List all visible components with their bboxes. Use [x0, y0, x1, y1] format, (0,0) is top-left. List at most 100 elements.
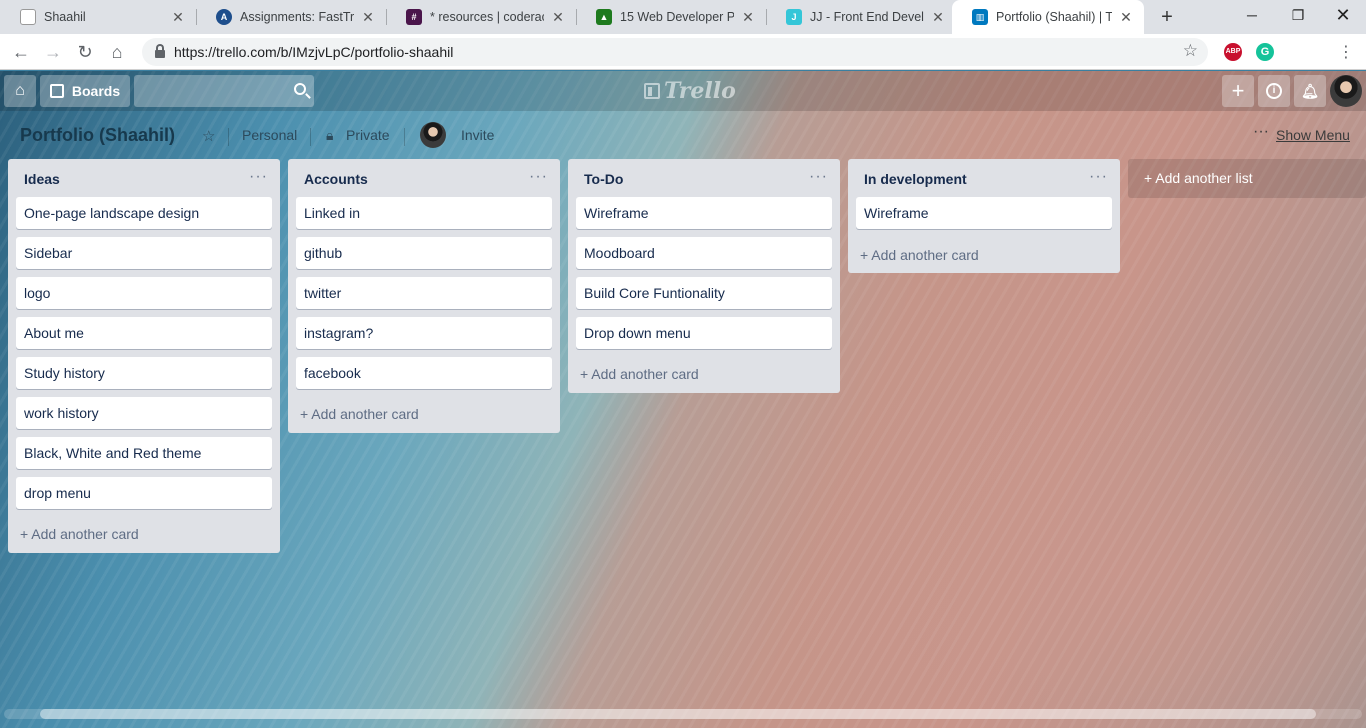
plus-icon: +	[20, 526, 32, 542]
home-button[interactable]: ⌂	[4, 75, 36, 107]
card[interactable]: Study history	[16, 357, 272, 389]
address-bar-row: ← → ↻ ⌂ https://trello.com/b/IMzjvLpC/po…	[0, 34, 1366, 97]
jj-icon: J	[786, 9, 802, 25]
search-input[interactable]	[134, 75, 314, 107]
tab-title: Assignments: FastTrack	[240, 10, 354, 24]
card[interactable]: instagram?	[296, 317, 552, 349]
card[interactable]: Build Core Funtionality	[576, 277, 832, 309]
search-icon[interactable]	[294, 83, 306, 95]
card[interactable]: drop menu	[16, 477, 272, 509]
browser-tab-strip: Shaahil ✕ A Assignments: FastTrack ✕ # *…	[0, 0, 1366, 34]
list-menu-icon[interactable]: ···	[809, 168, 828, 186]
add-list-button[interactable]: + Add another list	[1128, 159, 1366, 198]
info-button[interactable]: i	[1258, 75, 1290, 107]
restore-icon[interactable]: ❐	[1275, 0, 1321, 30]
list-title[interactable]: To-Do	[584, 171, 623, 187]
card[interactable]: Sidebar	[16, 237, 272, 269]
trello-icon: ▥	[972, 9, 988, 25]
horizontal-scrollbar-thumb[interactable]	[40, 709, 1316, 719]
card[interactable]: Wireframe	[856, 197, 1112, 229]
card[interactable]: Drop down menu	[576, 317, 832, 349]
browser-tab[interactable]: A Assignments: FastTrack ✕	[196, 0, 386, 34]
user-avatar[interactable]	[1330, 75, 1362, 107]
abp-icon[interactable]: ABP	[1224, 43, 1242, 61]
close-tab-icon[interactable]: ✕	[1118, 9, 1134, 26]
list-in-development: In development ··· Wireframe + Add anoth…	[848, 159, 1120, 273]
tab-title: * resources | coderacade	[430, 10, 544, 24]
lock-icon: 🔒︎	[326, 127, 334, 143]
invite-button[interactable]: Invite	[461, 127, 494, 143]
boards-icon	[49, 84, 64, 98]
browser-tab[interactable]: # * resources | coderacade ✕	[386, 0, 576, 34]
site-icon: ▲	[596, 9, 612, 25]
card[interactable]: github	[296, 237, 552, 269]
slack-icon: #	[406, 9, 422, 25]
tab-title: Shaahil	[44, 10, 86, 24]
bookmark-star-icon[interactable]: ☆	[1183, 41, 1198, 61]
new-tab-icon[interactable]: +	[1155, 5, 1179, 29]
card[interactable]: Black, White and Red theme	[16, 437, 272, 469]
add-card-button[interactable]: + Add another card	[860, 247, 979, 263]
browser-tab[interactable]: J JJ - Front End Develope ✕	[766, 0, 956, 34]
close-tab-icon[interactable]: ✕	[930, 9, 946, 26]
member-avatar[interactable]	[420, 122, 446, 148]
list-title[interactable]: Accounts	[304, 171, 368, 187]
card[interactable]: Moodboard	[576, 237, 832, 269]
list-menu-icon[interactable]: ···	[529, 168, 548, 186]
tab-title: Portfolio (Shaahil) | Trell	[996, 10, 1112, 24]
plus-icon: +	[300, 406, 312, 422]
info-icon: i	[1266, 83, 1282, 99]
add-card-button[interactable]: + Add another card	[300, 406, 419, 422]
browser-tab[interactable]: ▲ 15 Web Developer Portf ✕	[576, 0, 766, 34]
list-menu-icon[interactable]: ···	[249, 168, 268, 186]
back-arrow-icon[interactable]: ←	[9, 40, 33, 64]
card[interactable]: About me	[16, 317, 272, 349]
list-title[interactable]: In development	[864, 171, 967, 187]
more-icon[interactable]: ···	[1253, 123, 1269, 141]
boards-button[interactable]: Boards	[40, 75, 130, 107]
plus-icon: +	[1144, 170, 1156, 186]
show-menu-link[interactable]: Show Menu	[1276, 127, 1350, 143]
document-icon	[20, 9, 36, 25]
list-menu-icon[interactable]: ···	[1089, 168, 1108, 186]
reload-icon[interactable]: ↻	[73, 40, 97, 64]
visibility-label[interactable]: Private	[346, 127, 390, 143]
trello-logo-icon	[644, 83, 660, 99]
tab-title: 15 Web Developer Portf	[620, 10, 734, 24]
minimize-icon[interactable]: ─	[1229, 0, 1275, 30]
card[interactable]: work history	[16, 397, 272, 429]
add-card-label: Add another card	[311, 406, 419, 422]
card[interactable]: Wireframe	[576, 197, 832, 229]
close-window-icon[interactable]: ✕	[1320, 0, 1366, 30]
browser-menu-icon[interactable]: ⋮	[1338, 42, 1354, 62]
close-tab-icon[interactable]: ✕	[170, 9, 186, 26]
card[interactable]: One-page landscape design	[16, 197, 272, 229]
close-tab-icon[interactable]: ✕	[740, 9, 756, 26]
card[interactable]: twitter	[296, 277, 552, 309]
card[interactable]: Linked in	[296, 197, 552, 229]
notifications-button[interactable]: 🔔︎	[1294, 75, 1326, 107]
add-card-button[interactable]: + Add another card	[580, 366, 699, 382]
boards-label: Boards	[71, 83, 121, 99]
close-tab-icon[interactable]: ✕	[360, 9, 376, 26]
omnibox[interactable]: https://trello.com/b/IMzjvLpC/portfolio-…	[142, 38, 1208, 66]
forward-arrow-icon[interactable]: →	[41, 40, 65, 64]
card[interactable]: logo	[16, 277, 272, 309]
list-title[interactable]: Ideas	[24, 171, 60, 187]
list-accounts: Accounts ··· Linked in github twitter in…	[288, 159, 560, 433]
browser-tab-active[interactable]: ▥ Portfolio (Shaahil) | Trell ✕	[952, 0, 1144, 34]
star-icon[interactable]: ☆	[202, 127, 215, 145]
trello-logo[interactable]: Trello	[644, 77, 736, 105]
close-tab-icon[interactable]: ✕	[550, 9, 566, 26]
team-label[interactable]: Personal	[242, 127, 297, 143]
canvas-icon: A	[216, 9, 232, 25]
url-text[interactable]: https://trello.com/b/IMzjvLpC/portfolio-…	[174, 44, 453, 60]
add-card-button[interactable]: + Add another card	[20, 526, 139, 542]
grammarly-icon[interactable]: G	[1256, 43, 1274, 61]
board-title[interactable]: Portfolio (Shaahil)	[20, 125, 175, 146]
browser-tab[interactable]: Shaahil ✕	[0, 0, 196, 34]
card[interactable]: facebook	[296, 357, 552, 389]
create-button[interactable]: +	[1222, 75, 1254, 107]
lock-icon	[154, 44, 166, 58]
home-icon[interactable]: ⌂	[105, 40, 129, 64]
